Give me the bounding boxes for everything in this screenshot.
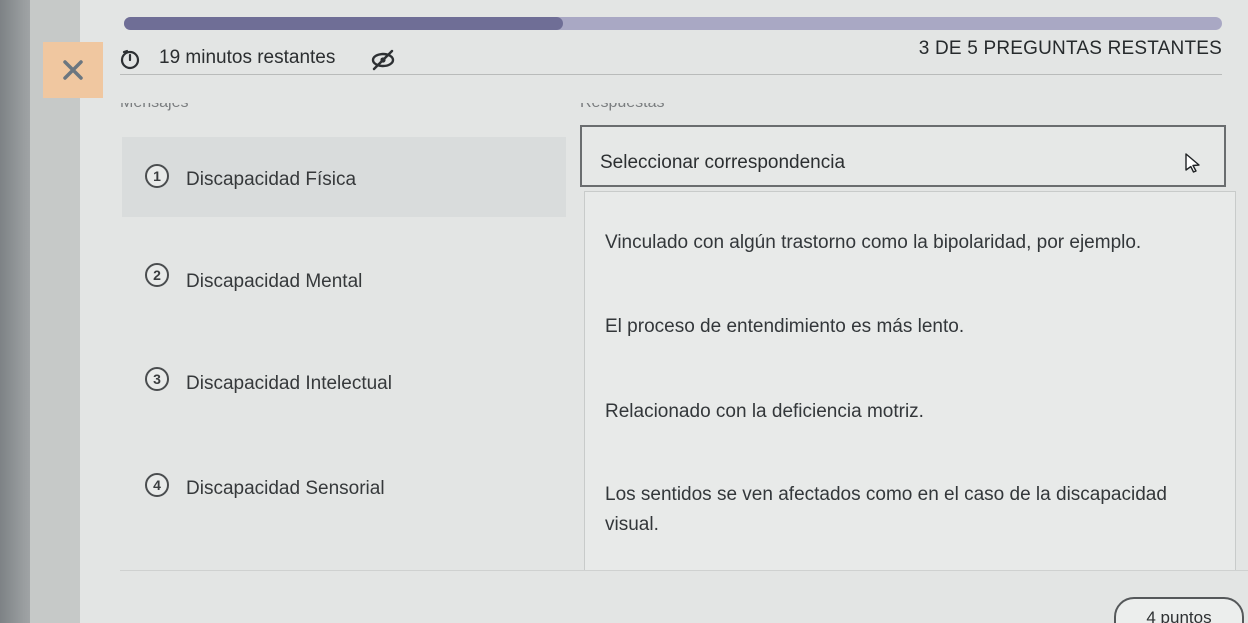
hide-timer-icon[interactable] <box>370 49 396 71</box>
option-item[interactable]: Vinculado con algún trastorno como la bi… <box>605 228 1225 258</box>
points-badge: 4 puntos <box>1114 597 1244 623</box>
option-item[interactable]: El proceso de entendimiento es más lento… <box>605 312 1225 342</box>
premise-number-badge: 3 <box>145 367 169 391</box>
close-icon <box>63 60 83 80</box>
premise-label: Discapacidad Mental <box>186 271 363 292</box>
progress-bar <box>124 17 1222 30</box>
match-select-dropdown[interactable]: Seleccionar correspondencia <box>580 125 1226 187</box>
bottom-divider <box>120 570 1248 571</box>
pointer-cursor-icon <box>1185 153 1200 173</box>
premise-label: Discapacidad Intelectual <box>186 373 392 394</box>
header-divider <box>120 74 1222 75</box>
options-list: Vinculado con algún trastorno como la bi… <box>584 191 1236 571</box>
close-button[interactable] <box>43 42 103 98</box>
questions-remaining: 3 DE 5 PREGUNTAS RESTANTES <box>918 38 1222 59</box>
premise-number-badge: 4 <box>145 473 169 497</box>
premises-column-label: Mensajes <box>120 103 188 112</box>
responses-column-label: Respuestas <box>580 103 665 112</box>
timer-text: 19 minutos restantes <box>159 47 336 68</box>
progress-fill <box>124 17 564 30</box>
timer-icon <box>120 49 140 70</box>
option-item[interactable]: Relacionado con la deficiencia motriz. <box>605 397 1225 427</box>
option-item[interactable]: Los sentidos se ven afectados como en el… <box>605 480 1225 540</box>
premise-number-badge: 1 <box>145 164 169 188</box>
premise-label: Discapacidad Física <box>186 169 357 190</box>
select-placeholder: Seleccionar correspondencia <box>600 152 846 173</box>
premise-label: Discapacidad Sensorial <box>186 478 385 499</box>
premise-number-badge: 2 <box>145 263 169 287</box>
